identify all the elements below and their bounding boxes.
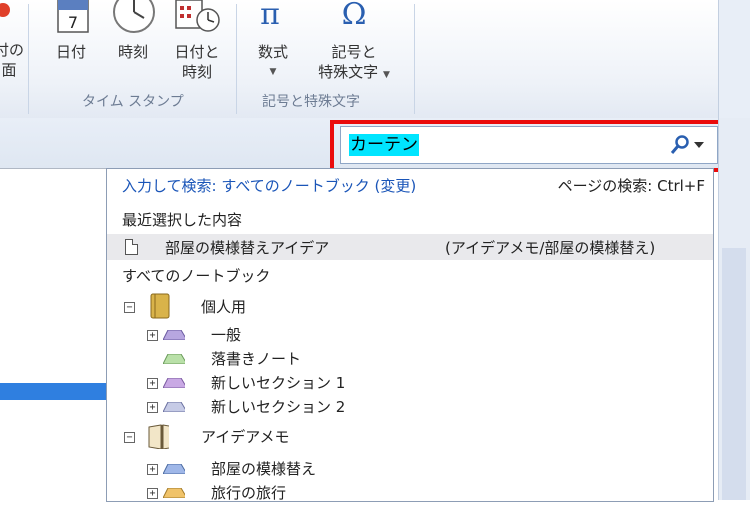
chevron-down-icon: ▼ [382,70,390,80]
section-item[interactable]: 落書きノート [107,347,707,371]
section-label: 新しいセクション 2 [211,398,346,416]
search-results-panel: 入力して検索: すべてのノートブック (変更) ページの検索: Ctrl+F 最… [106,168,714,502]
section-item[interactable]: + 旅行の旅行 [107,481,707,505]
group-label-symbols: 記号と特殊文字 [262,94,360,110]
recent-result-item[interactable]: 部屋の模様替えアイデア (アイデアメモ/部屋の模様替え) [107,234,713,260]
expand-icon[interactable]: + [147,378,158,389]
callout-highlight [330,120,730,172]
svg-text:Ω: Ω [342,0,367,32]
search-scope-link[interactable]: 入力して検索: すべてのノートブック (変更) [122,175,416,196]
date-and-time-button[interactable]: 日付と 時刻 [168,42,226,82]
chevron-down-icon: ▼ [269,67,277,77]
expand-icon[interactable]: + [147,330,158,341]
collapse-icon[interactable]: − [124,432,135,443]
expand-icon[interactable]: + [147,488,158,499]
section-label: 一般 [211,326,242,344]
section-item[interactable]: + 新しいセクション 1 [107,371,707,395]
notebook-item-personal[interactable]: − 個人用 [107,293,707,319]
all-notebooks-header: すべてのノートブック [122,267,271,285]
section-item[interactable]: + 一般 [107,323,707,347]
expand-icon[interactable]: + [147,464,158,475]
record-icon [0,3,10,17]
section-label: 新しいセクション 1 [211,374,346,392]
selected-line [0,383,106,400]
ribbon-right-edge [718,0,750,118]
calendar-icon: 7 [57,0,89,33]
open-notebook-icon [148,424,169,449]
notebook-label: アイデアメモ [201,428,290,446]
ribbon-group-separator [236,4,237,114]
ribbon-group-separator [28,4,29,114]
symbol-button[interactable]: 記号と 特殊文字 ▼ [308,42,400,85]
partial-left-button[interactable]: 付の 面 [0,40,24,80]
calendar-day: 7 [68,13,78,32]
page-canvas[interactable] [0,168,106,501]
section-label: 部屋の模様替え [211,460,317,478]
collapse-icon[interactable]: − [124,302,135,313]
svg-text:π: π [260,0,280,32]
recent-header: 最近選択した内容 [122,211,243,229]
expand-icon[interactable]: + [147,402,158,413]
section-tab-icon [163,488,185,498]
page-tab-item[interactable] [722,248,746,500]
date-button[interactable]: 日付 [46,42,96,62]
section-tab-icon [163,354,185,364]
section-label: 落書きノート [211,350,302,368]
page-search-hint: ページの検索: Ctrl+F [557,177,705,195]
notebook-item-idea-memo[interactable]: − アイデアメモ [107,424,707,449]
section-tab-icon [163,402,185,412]
clock-icon [113,0,155,33]
section-label: 旅行の旅行 [211,484,287,502]
section-tab-icon [163,378,185,388]
page-icon [125,239,138,255]
group-label-time-stamp: タイム スタンプ [82,94,184,110]
omega-icon: Ω [342,0,367,32]
section-tab-icon [163,464,185,474]
equation-button[interactable]: 数式 ▼ [248,42,298,82]
section-item[interactable]: + 部屋の模様替え [107,457,707,481]
ribbon-group-separator [414,4,415,114]
notebook-label: 個人用 [201,298,247,316]
pi-icon: π [260,0,280,32]
section-item[interactable]: + 新しいセクション 2 [107,395,707,419]
time-button[interactable]: 時刻 [108,42,158,62]
calendar-clock-icon [175,0,220,32]
section-tab-icon [163,330,185,340]
notebook-icon [150,293,170,319]
